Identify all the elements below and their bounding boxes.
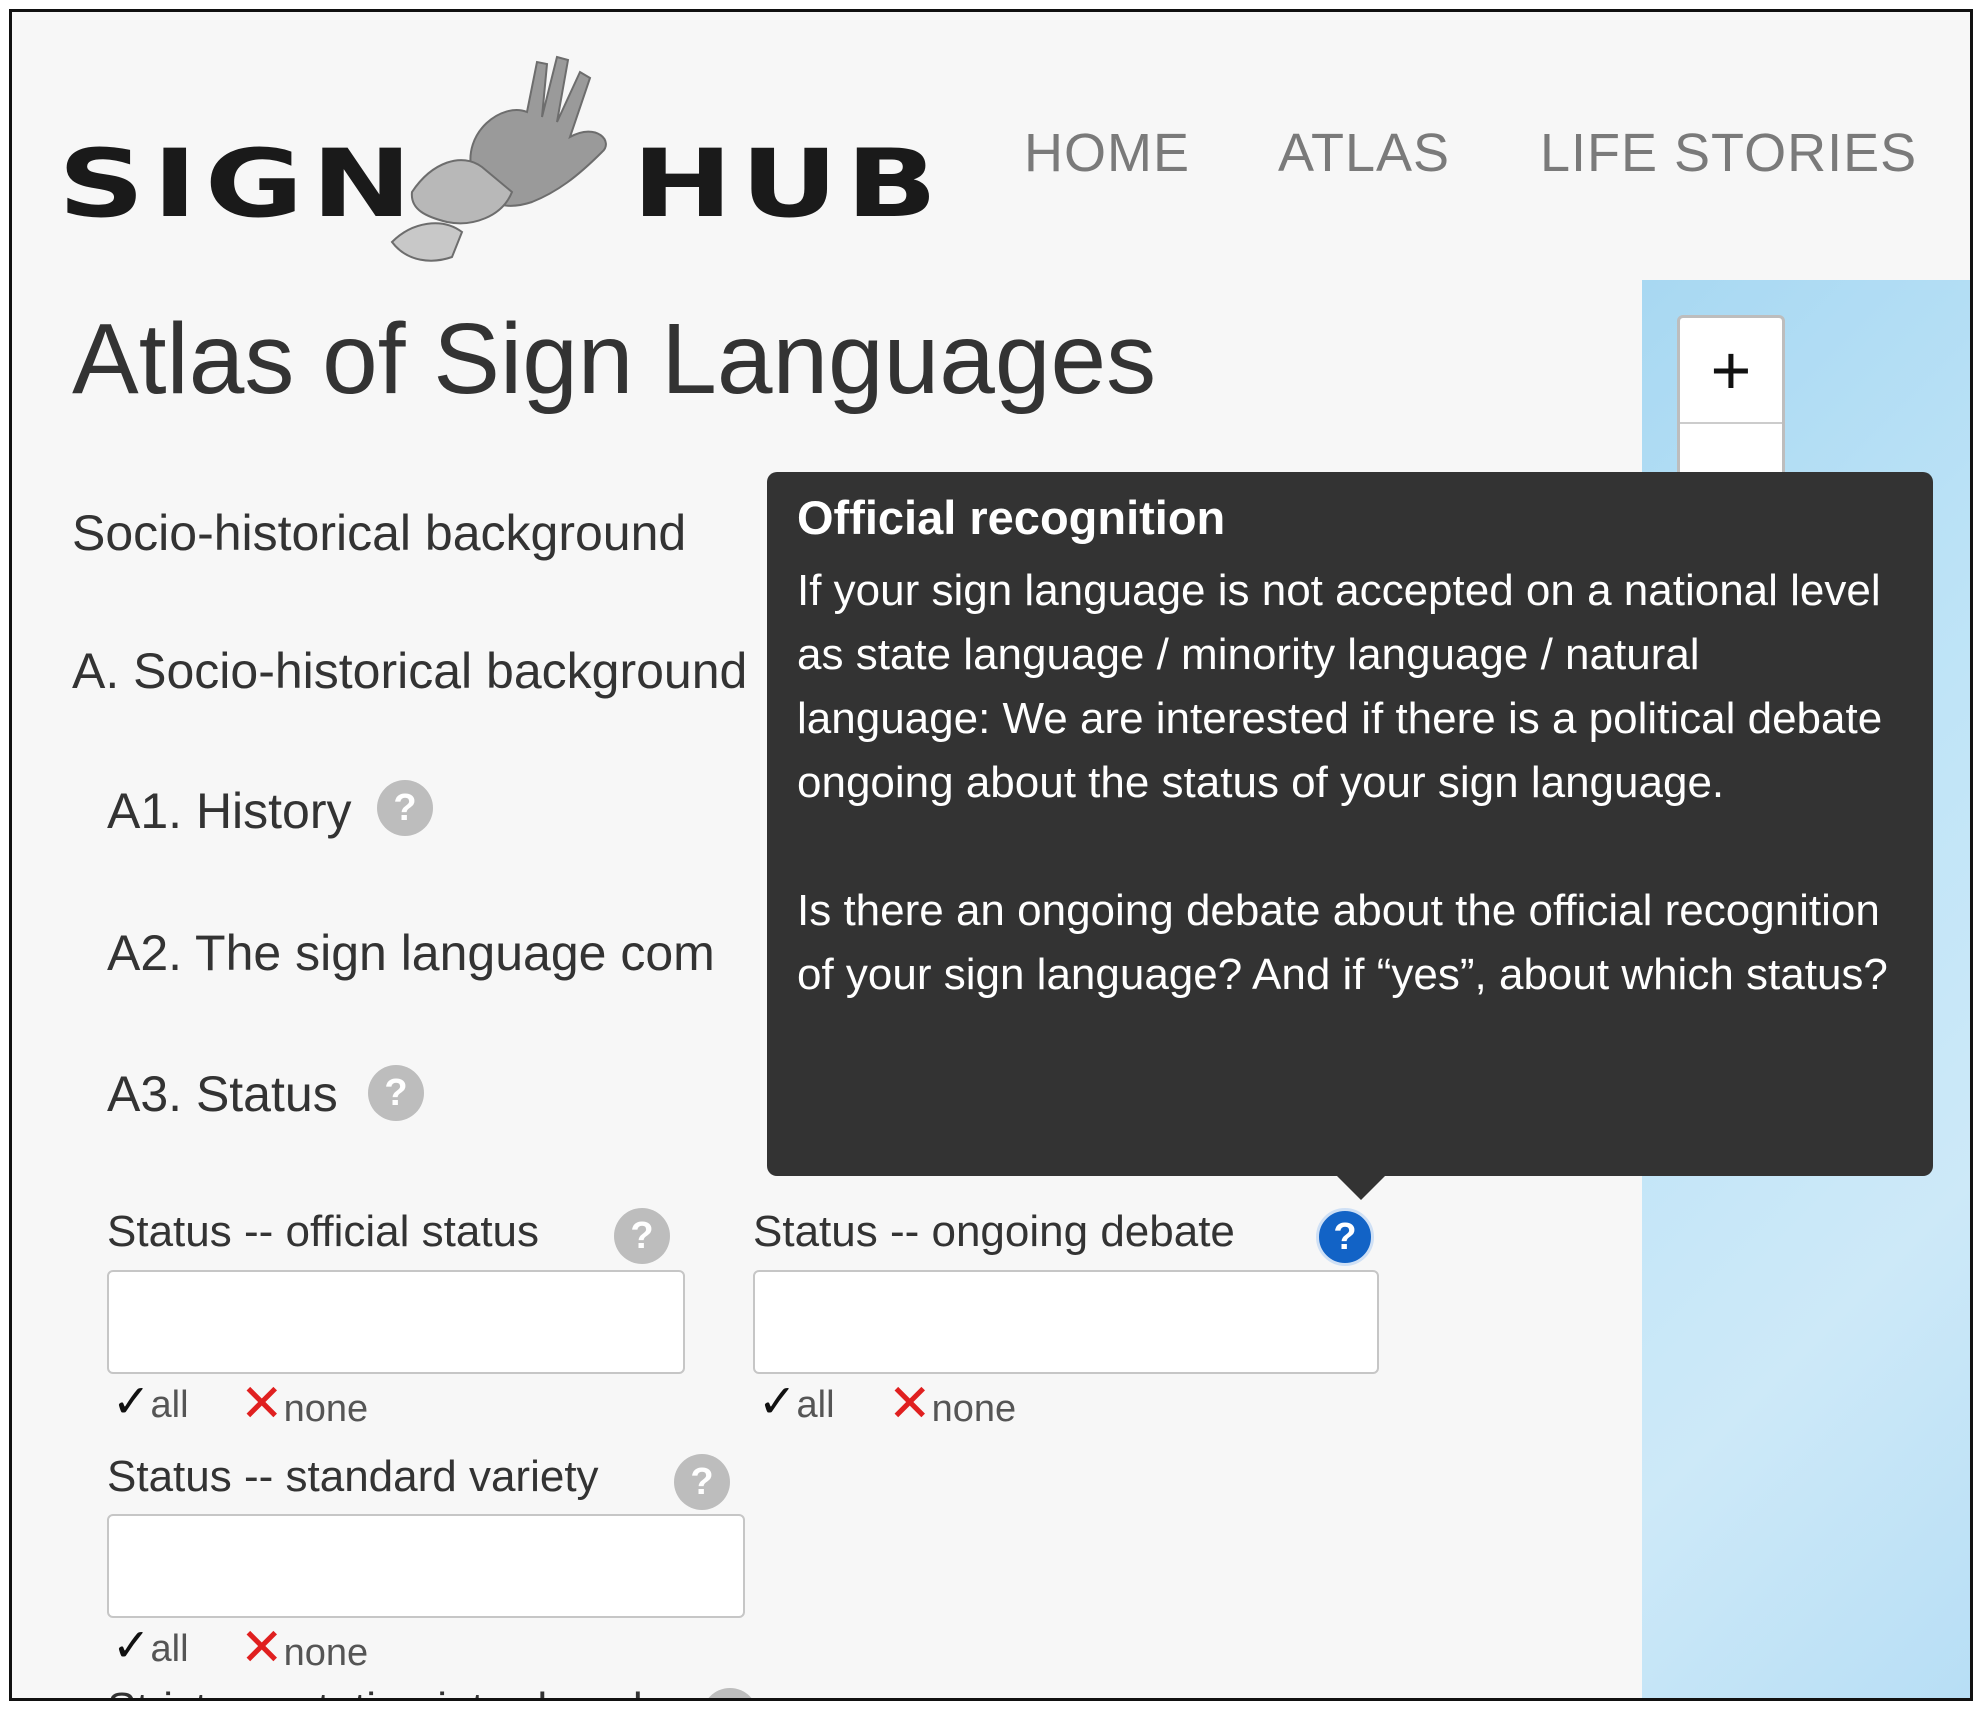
- standard-variety-input[interactable]: [107, 1514, 745, 1618]
- cross-icon: ✕: [240, 1619, 284, 1677]
- nav-life-stories[interactable]: LIFE STORIES: [1540, 122, 1917, 184]
- select-none-debate[interactable]: ✕none: [888, 1374, 1016, 1434]
- field-label-ongoing-debate: Status -- ongoing debate: [753, 1207, 1235, 1256]
- ongoing-debate-input[interactable]: [753, 1270, 1379, 1374]
- hands-logo-icon: [390, 55, 607, 262]
- app-window: SIGN HUB HOME ATLAS LIFE STORIES + Atlas…: [9, 9, 1973, 1701]
- logo-text-hub: HUB: [632, 130, 946, 239]
- field-label-next-partial: Strict annotation introduced: [107, 1684, 643, 1698]
- check-icon: ✓: [758, 1375, 797, 1427]
- official-status-input[interactable]: [107, 1270, 685, 1374]
- tooltip-body: If your sign language is not accepted on…: [797, 566, 1888, 999]
- help-icon[interactable]: ?: [368, 1065, 424, 1121]
- help-icon[interactable]: ?: [674, 1454, 730, 1510]
- help-icon[interactable]: ?: [377, 780, 433, 836]
- select-all-label: all: [150, 1628, 189, 1670]
- field-label-standard-variety: Status -- standard variety: [107, 1452, 599, 1501]
- select-none-standard[interactable]: ✕none: [240, 1618, 368, 1678]
- select-none-label: none: [283, 1632, 369, 1674]
- select-none-label: none: [931, 1388, 1017, 1430]
- tooltip-official-recognition: Official recognition If your sign langua…: [767, 472, 1933, 1200]
- select-none-label: none: [283, 1388, 369, 1430]
- tooltip-title: Official recognition: [797, 491, 1226, 544]
- sign-hub-logo[interactable]: SIGN HUB: [52, 42, 937, 282]
- select-all-label: all: [796, 1384, 835, 1426]
- select-all-label: all: [150, 1384, 189, 1426]
- section-a1-history[interactable]: A1. History: [107, 782, 352, 840]
- nav-home[interactable]: HOME: [1024, 122, 1190, 184]
- section-a-socio-historical[interactable]: A. Socio-historical background: [72, 642, 747, 700]
- select-all-official[interactable]: ✓all: [112, 1374, 189, 1428]
- select-none-official[interactable]: ✕none: [240, 1374, 368, 1434]
- help-icon[interactable]: ?: [614, 1208, 670, 1264]
- section-a2-community[interactable]: A2. The sign language com: [107, 924, 715, 982]
- page-title: Atlas of Sign Languages: [72, 303, 1157, 415]
- cross-icon: ✕: [888, 1375, 932, 1433]
- help-icon[interactable]: ?: [702, 1688, 758, 1698]
- section-socio-historical[interactable]: Socio-historical background: [72, 504, 686, 562]
- check-icon: ✓: [112, 1619, 151, 1671]
- select-all-standard[interactable]: ✓all: [112, 1618, 189, 1672]
- nav-atlas[interactable]: ATLAS: [1278, 122, 1450, 184]
- zoom-in-button[interactable]: +: [1680, 318, 1782, 424]
- help-icon-active[interactable]: ?: [1316, 1208, 1374, 1266]
- check-icon: ✓: [112, 1375, 151, 1427]
- field-label-official-status: Status -- official status: [107, 1207, 540, 1256]
- section-a3-status[interactable]: A3. Status: [107, 1065, 338, 1123]
- cross-icon: ✕: [240, 1375, 284, 1433]
- select-all-debate[interactable]: ✓all: [758, 1374, 835, 1428]
